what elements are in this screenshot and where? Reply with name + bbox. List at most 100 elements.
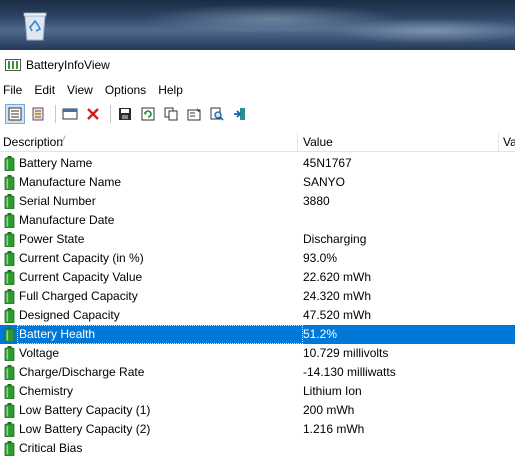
battery-icon (4, 213, 15, 228)
list-item[interactable]: Low Battery Capacity (1) 200 mWh (0, 401, 515, 420)
battery-icon (4, 422, 15, 437)
toolbar (0, 101, 515, 127)
row-value: SANYO (303, 175, 346, 189)
exit-button[interactable] (230, 104, 250, 124)
window-title: BatteryInfoView (26, 58, 110, 72)
battery-icon (4, 327, 15, 342)
row-value: 22.620 mWh (303, 270, 372, 284)
menu-help[interactable]: Help (158, 83, 189, 97)
app-icon (5, 59, 21, 71)
properties-icon (187, 108, 201, 121)
row-description: Charge/Discharge Rate (19, 365, 145, 379)
list-item[interactable]: Battery Health 51.2% (0, 325, 515, 344)
row-description: Serial Number (19, 194, 96, 208)
row-value: 47.520 mWh (303, 308, 372, 322)
battery-icon (4, 289, 15, 304)
recycle-bin-icon[interactable] (22, 10, 48, 42)
row-description: Critical Bias (19, 441, 83, 455)
row-value: 51.2% (303, 327, 338, 341)
toolbar-separator (110, 105, 111, 123)
refresh-button[interactable] (138, 104, 158, 124)
row-value: 1.216 mWh (303, 422, 365, 436)
report-icon (62, 108, 78, 120)
html-report-button[interactable] (60, 104, 80, 124)
copy-button[interactable] (161, 104, 181, 124)
battery-icon (4, 270, 15, 285)
list-item[interactable]: Full Charged Capacity 24.320 mWh (0, 287, 515, 306)
battery-icon (4, 251, 15, 266)
battery-icon (4, 156, 15, 171)
row-description: Manufacture Name (19, 175, 122, 189)
menu-file[interactable]: File (3, 83, 28, 97)
row-value: 3880 (303, 194, 330, 208)
column-divider[interactable] (297, 133, 298, 152)
battery-icon (4, 346, 15, 361)
row-value: 200 mWh (303, 403, 355, 417)
row-description: Current Capacity Value (19, 270, 143, 284)
row-description: Power State (19, 232, 85, 246)
list-item[interactable]: Charge/Discharge Rate -14.130 milliwatts (0, 363, 515, 382)
menu-edit[interactable]: Edit (34, 83, 61, 97)
close-icon (87, 108, 99, 120)
delete-button[interactable] (83, 104, 103, 124)
battery-info-list: Battery Name 45N1767 Manufacture Name SANYO… (0, 154, 515, 458)
exit-icon (234, 108, 245, 120)
row-value: 10.729 millivolts (303, 346, 389, 360)
battery-icon (4, 175, 15, 190)
find-icon (210, 107, 224, 121)
list-item[interactable]: Current Capacity Value 22.620 mWh (0, 268, 515, 287)
properties-button[interactable] (184, 104, 204, 124)
column-header-value[interactable]: Value (303, 135, 333, 149)
list-item[interactable]: Critical Bias (0, 439, 515, 458)
list-item[interactable]: Serial Number 3880 (0, 192, 515, 211)
refresh-icon (141, 107, 155, 121)
battery-icon (4, 308, 15, 323)
row-description: Full Charged Capacity (19, 289, 138, 303)
column-divider[interactable] (498, 133, 499, 152)
properties-view-icon (8, 107, 22, 121)
list-item[interactable]: Designed Capacity 47.520 mWh (0, 306, 515, 325)
battery-icon (4, 194, 15, 209)
row-value: 45N1767 (303, 156, 352, 170)
row-description: Manufacture Date (19, 213, 115, 227)
list-item[interactable]: Manufacture Date (0, 211, 515, 230)
properties-view-button[interactable] (5, 104, 25, 124)
save-button[interactable] (115, 104, 135, 124)
find-button[interactable] (207, 104, 227, 124)
row-description: Low Battery Capacity (1) (19, 403, 151, 417)
row-value: Discharging (303, 232, 367, 246)
sort-indicator-icon: ╱ (60, 136, 66, 146)
row-value: 93.0% (303, 251, 338, 265)
list-item[interactable]: Battery Name 45N1767 (0, 154, 515, 173)
row-description: Low Battery Capacity (2) (19, 422, 151, 436)
row-description: Battery Health (19, 327, 96, 341)
list-item[interactable]: Current Capacity (in %) 93.0% (0, 249, 515, 268)
row-description: Battery Name (19, 156, 93, 170)
row-value: -14.130 milliwatts (303, 365, 396, 379)
row-description: Designed Capacity (19, 308, 120, 322)
list-item[interactable]: Manufacture Name SANYO (0, 173, 515, 192)
log-view-button[interactable] (28, 104, 48, 124)
menu-view[interactable]: View (67, 83, 99, 97)
row-description: Chemistry (19, 384, 74, 398)
list-item[interactable]: Power State Discharging (0, 230, 515, 249)
battery-icon (4, 365, 15, 380)
list-item[interactable]: Chemistry Lithium Ion (0, 382, 515, 401)
toolbar-separator (55, 105, 56, 123)
battery-icon (4, 384, 15, 399)
desktop-background (0, 0, 515, 50)
column-header-value-2[interactable]: Va (503, 135, 515, 149)
copy-icon (164, 107, 178, 121)
battery-icon (4, 441, 15, 456)
column-header-description[interactable]: Description (3, 135, 63, 149)
list-item[interactable]: Low Battery Capacity (2) 1.216 mWh (0, 420, 515, 439)
cloud (330, 18, 515, 44)
menu-options[interactable]: Options (105, 83, 152, 97)
row-description: Voltage (19, 346, 60, 360)
row-value: Lithium Ion (303, 384, 362, 398)
list-header: Description ╱ Value Va (0, 133, 515, 152)
battery-icon (4, 232, 15, 247)
row-description: Current Capacity (in %) (19, 251, 144, 265)
list-item[interactable]: Voltage 10.729 millivolts (0, 344, 515, 363)
menu-bar: File Edit View Options Help (0, 80, 515, 100)
